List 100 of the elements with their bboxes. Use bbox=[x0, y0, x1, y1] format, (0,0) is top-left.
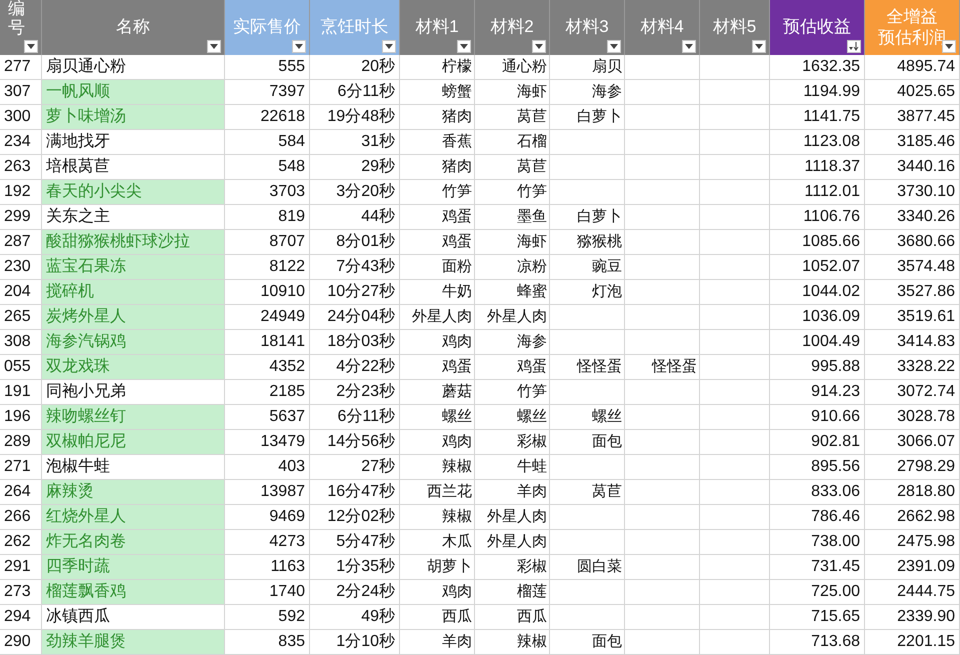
table-cell: 13987 bbox=[225, 480, 310, 505]
column-header-label: 材料2 bbox=[490, 17, 534, 38]
table-cell: 春天的小尖尖 bbox=[42, 180, 225, 205]
table-cell: 胡萝卜 bbox=[400, 555, 475, 580]
table-cell: 海虾 bbox=[475, 80, 550, 105]
empty-cell bbox=[700, 355, 770, 380]
table-cell: 8707 bbox=[225, 230, 310, 255]
table-cell: 12分02秒 bbox=[310, 505, 400, 530]
filter-button[interactable] bbox=[532, 40, 546, 53]
table-cell: 592 bbox=[225, 605, 310, 630]
table-cell: 牛蛙 bbox=[475, 455, 550, 480]
filter-button[interactable] bbox=[607, 40, 621, 53]
filter-button[interactable] bbox=[382, 40, 396, 53]
table-cell: 191 bbox=[0, 380, 42, 405]
empty-cell bbox=[700, 205, 770, 230]
caret-icon bbox=[27, 44, 35, 49]
table-cell: 四季时蔬 bbox=[42, 555, 225, 580]
table-cell: 豌豆 bbox=[550, 255, 625, 280]
table-cell: 莴苣 bbox=[475, 155, 550, 180]
table-cell: 9469 bbox=[225, 505, 310, 530]
table-cell: 3680.66 bbox=[865, 230, 960, 255]
table-cell: 786.46 bbox=[770, 505, 865, 530]
table-cell: 234 bbox=[0, 130, 42, 155]
table-cell: 16分47秒 bbox=[310, 480, 400, 505]
table-cell: 6分11秒 bbox=[310, 80, 400, 105]
table-cell: 酸甜猕猴桃虾球沙拉 bbox=[42, 230, 225, 255]
table-cell: 1118.37 bbox=[770, 155, 865, 180]
empty-cell bbox=[700, 505, 770, 530]
table-cell: 3185.46 bbox=[865, 130, 960, 155]
table-cell: 20秒 bbox=[310, 55, 400, 80]
table-cell: 海参 bbox=[550, 80, 625, 105]
table-cell: 18141 bbox=[225, 330, 310, 355]
table-cell: 3072.74 bbox=[865, 380, 960, 405]
table-cell: 2444.75 bbox=[865, 580, 960, 605]
table-cell: 3730.10 bbox=[865, 180, 960, 205]
table-cell: 584 bbox=[225, 130, 310, 155]
table-cell: 22618 bbox=[225, 105, 310, 130]
table-cell: 3328.22 bbox=[865, 355, 960, 380]
table-cell: 8122 bbox=[225, 255, 310, 280]
sort-filter-button[interactable] bbox=[847, 40, 861, 53]
filter-button[interactable] bbox=[752, 40, 766, 53]
table-cell: 263 bbox=[0, 155, 42, 180]
table-cell: 277 bbox=[0, 55, 42, 80]
empty-cell bbox=[700, 55, 770, 80]
table-cell: 螺丝 bbox=[400, 405, 475, 430]
table-cell: 14分56秒 bbox=[310, 430, 400, 455]
table-cell: 蓝宝石果冻 bbox=[42, 255, 225, 280]
table-cell: 墨鱼 bbox=[475, 205, 550, 230]
sort-descending-icon bbox=[849, 42, 859, 51]
table-cell: 炭烤外星人 bbox=[42, 305, 225, 330]
table-cell: 3703 bbox=[225, 180, 310, 205]
filter-button[interactable] bbox=[292, 40, 306, 53]
table-cell: 猪肉 bbox=[400, 105, 475, 130]
column-header-label: 名称 bbox=[116, 17, 150, 38]
table-cell: 羊肉 bbox=[400, 630, 475, 655]
caret-icon bbox=[610, 44, 618, 49]
filter-button[interactable] bbox=[207, 40, 221, 53]
table-cell: 鸡肉 bbox=[400, 580, 475, 605]
table-cell: 2475.98 bbox=[865, 530, 960, 555]
filter-button[interactable] bbox=[457, 40, 471, 53]
table-cell: 海参汽锅鸡 bbox=[42, 330, 225, 355]
table-cell: 1141.75 bbox=[770, 105, 865, 130]
table-cell: 713.68 bbox=[770, 630, 865, 655]
table-cell: 8分01秒 bbox=[310, 230, 400, 255]
table-cell: 鸡蛋 bbox=[400, 205, 475, 230]
table-cell: 1112.01 bbox=[770, 180, 865, 205]
table-cell: 牛奶 bbox=[400, 280, 475, 305]
table-cell: 1123.08 bbox=[770, 130, 865, 155]
table-cell: 灯泡 bbox=[550, 280, 625, 305]
table-cell: 31秒 bbox=[310, 130, 400, 155]
table-cell: 910.66 bbox=[770, 405, 865, 430]
empty-cell bbox=[700, 455, 770, 480]
table-cell: 731.45 bbox=[770, 555, 865, 580]
table-cell: 2201.15 bbox=[865, 630, 960, 655]
table-cell: 怪怪蛋 bbox=[625, 355, 700, 380]
table-cell: 1085.66 bbox=[770, 230, 865, 255]
table-cell: 548 bbox=[225, 155, 310, 180]
filter-button[interactable] bbox=[24, 40, 38, 53]
table-cell: 海虾 bbox=[475, 230, 550, 255]
table-cell: 怪怪蛋 bbox=[550, 355, 625, 380]
table-cell: 299 bbox=[0, 205, 42, 230]
column-header-label: 编号 bbox=[8, 0, 25, 38]
empty-cell bbox=[700, 80, 770, 105]
empty-cell bbox=[700, 230, 770, 255]
empty-cell bbox=[700, 180, 770, 205]
table-cell: 1740 bbox=[225, 580, 310, 605]
filter-button[interactable] bbox=[682, 40, 696, 53]
empty-cell bbox=[700, 155, 770, 180]
empty-cell bbox=[700, 255, 770, 280]
table-cell: 鸡肉 bbox=[400, 330, 475, 355]
table-cell: 西瓜 bbox=[475, 605, 550, 630]
table-cell: 外星人肉 bbox=[475, 505, 550, 530]
table-cell: 3分20秒 bbox=[310, 180, 400, 205]
table-cell: 1分10秒 bbox=[310, 630, 400, 655]
table-cell: 271 bbox=[0, 455, 42, 480]
table-cell: 外星人肉 bbox=[475, 530, 550, 555]
table-cell: 1052.07 bbox=[770, 255, 865, 280]
table-cell: 1044.02 bbox=[770, 280, 865, 305]
table-cell: 1106.76 bbox=[770, 205, 865, 230]
table-cell: 19分48秒 bbox=[310, 105, 400, 130]
